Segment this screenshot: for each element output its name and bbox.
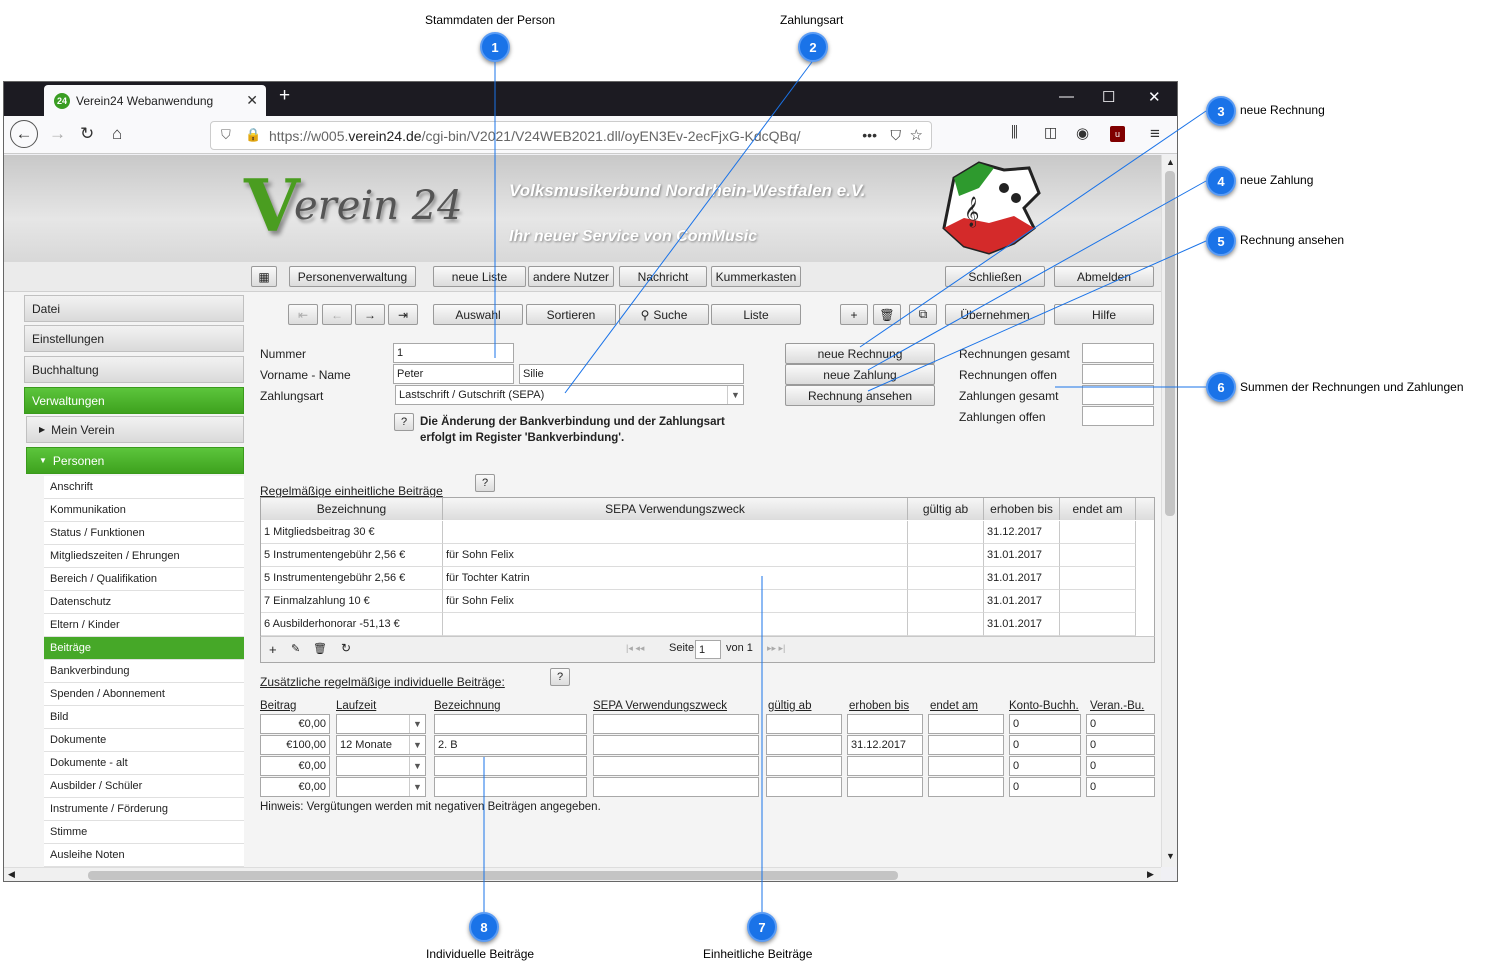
callout-leaders	[483, 61, 1207, 912]
